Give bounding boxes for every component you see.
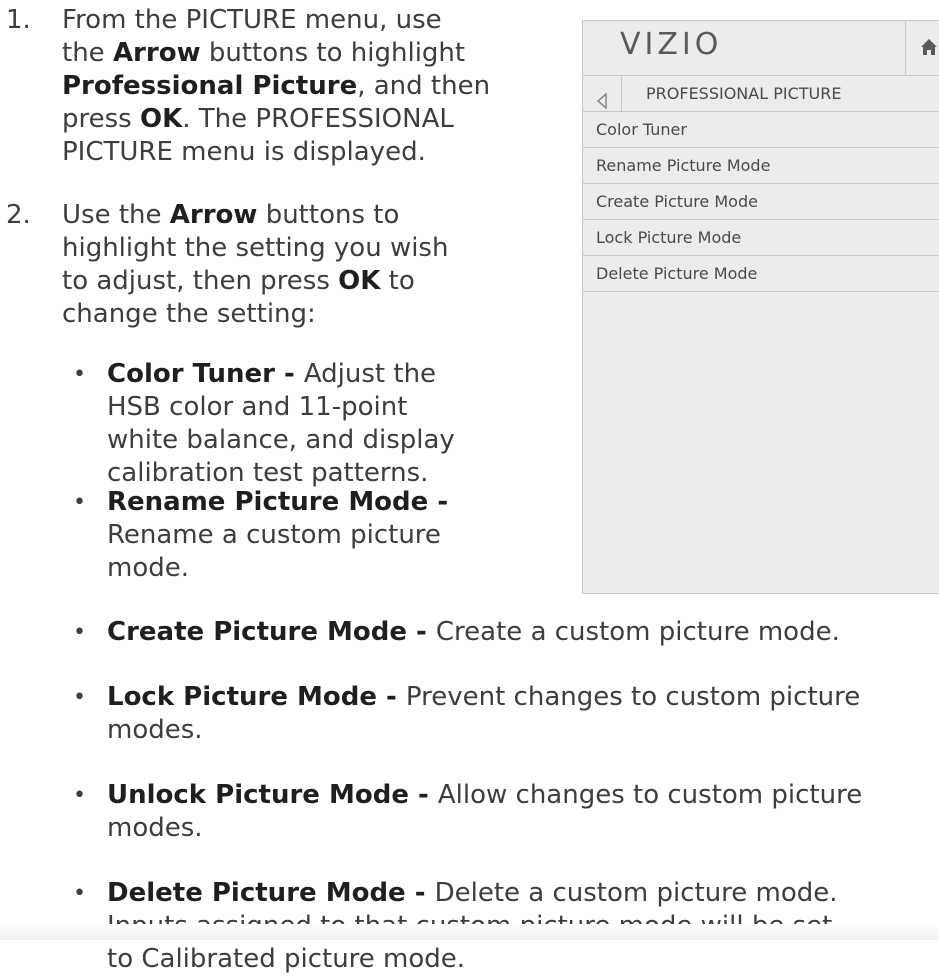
page-bottom-edge [0, 924, 939, 940]
text-line: Create Picture Mode - Create a custom pi… [107, 616, 840, 649]
bold-term: Professional Picture [62, 71, 358, 101]
bold-term: OK [338, 266, 381, 296]
divider [583, 291, 939, 292]
tv-menu-title: PROFESSIONAL PICTURE [646, 84, 842, 103]
bullet-dot: • [73, 490, 86, 515]
text-line: Rename a custom picture [107, 519, 448, 552]
text-line: Delete Picture Mode - Delete a custom pi… [107, 877, 838, 910]
text-line: to Calibrated picture mode. [107, 943, 838, 976]
bullet-text: Create Picture Mode - Create a custom pi… [107, 616, 840, 649]
step-text: From the PICTURE menu, use the Arrow butt… [62, 4, 490, 169]
text-line: Use the Arrow buttons to [62, 199, 448, 232]
text-line: Unlock Picture Mode - Allow changes to c… [107, 779, 862, 812]
text-run: modes. [107, 715, 203, 745]
text-line: the Arrow buttons to highlight [62, 37, 490, 70]
text-run: to adjust, then press [62, 266, 339, 296]
tv-menu-header: VIZIO [583, 21, 939, 75]
bullet-text: Color Tuner - Adjust the HSB color and 11… [107, 358, 455, 490]
text-run: From the PICTURE menu, use [62, 5, 442, 35]
text-run: Create a custom picture mode. [435, 617, 840, 647]
text-run: change the setting: [62, 299, 316, 329]
tv-menu-title-row: PROFESSIONAL PICTURE [583, 75, 939, 112]
menu-item-lock-picture-mode[interactable]: Lock Picture Mode [583, 219, 939, 255]
text-run: to [380, 266, 415, 296]
menu-item-delete-picture-mode[interactable]: Delete Picture Mode [583, 255, 939, 291]
text-line: white balance, and display [107, 424, 455, 457]
text-line: press OK. The PROFESSIONAL [62, 103, 490, 136]
text-line: Color Tuner - Adjust the [107, 358, 455, 391]
menu-item-label: Color Tuner [596, 120, 687, 139]
menu-item-create-picture-mode[interactable]: Create Picture Mode [583, 183, 939, 219]
text-line: modes. [107, 714, 860, 747]
divider [905, 21, 906, 75]
bullet-text: Unlock Picture Mode - Allow changes to c… [107, 779, 862, 845]
step-number: 1. [6, 5, 31, 35]
text-run: . The PROFESSIONAL [182, 104, 454, 134]
text-run: Delete a custom picture mode. [434, 878, 838, 908]
bullet-dot: • [73, 362, 86, 387]
tv-menu-panel: VIZIO PROFESSIONAL PICTURE Color Tuner R… [582, 20, 939, 594]
bold-term: Color Tuner - [107, 359, 304, 389]
text-line: Professional Picture, and then [62, 70, 490, 103]
text-run: HSB color and 11-point [107, 392, 408, 422]
step-number: 2. [6, 200, 31, 230]
text-line: to adjust, then press OK to [62, 265, 448, 298]
bold-term: Delete Picture Mode - [107, 878, 435, 908]
vizio-logo: VIZIO [620, 27, 723, 62]
menu-item-label: Delete Picture Mode [596, 264, 758, 283]
menu-item-label: Rename Picture Mode [596, 156, 771, 175]
text-run: Rename a custom picture [107, 520, 441, 550]
text-run: highlight the setting you wish [62, 233, 449, 263]
menu-item-rename-picture-mode[interactable]: Rename Picture Mode [583, 147, 939, 183]
bold-term: Lock Picture Mode - [107, 682, 406, 712]
bullet-dot: • [73, 685, 86, 710]
text-run: Use the [62, 200, 170, 230]
text-line: Lock Picture Mode - Prevent changes to c… [107, 681, 860, 714]
text-run: mode. [107, 553, 189, 583]
divider [621, 76, 622, 112]
text-line: mode. [107, 552, 448, 585]
bullet-dot: • [73, 783, 86, 808]
text-run: Adjust the [303, 359, 437, 389]
bold-term: Create Picture Mode - [107, 617, 436, 647]
bullet-dot: • [73, 881, 86, 906]
bold-term: Rename Picture Mode - [107, 487, 449, 517]
text-run: the [62, 38, 113, 68]
text-run: modes. [107, 813, 203, 843]
menu-item-label: Lock Picture Mode [596, 228, 742, 247]
bold-term: Unlock Picture Mode - [107, 780, 438, 810]
text-run: white balance, and display [107, 425, 455, 455]
bold-term: Arrow [112, 38, 201, 68]
text-run: buttons to [257, 200, 400, 230]
step-text: Use the Arrow buttons to highlight the se… [62, 199, 448, 331]
text-line: change the setting: [62, 298, 448, 331]
text-line: HSB color and 11-point [107, 391, 455, 424]
text-line: From the PICTURE menu, use [62, 4, 490, 37]
menu-item-label: Create Picture Mode [596, 192, 758, 211]
bullet-text: Lock Picture Mode - Prevent changes to c… [107, 681, 860, 747]
text-run: press [62, 104, 140, 134]
text-line: PICTURE menu is displayed. [62, 136, 490, 169]
text-run: Allow changes to custom picture [437, 780, 863, 810]
bullet-dot: • [73, 620, 86, 645]
bullet-text: Rename Picture Mode - Rename a custom pic… [107, 486, 448, 585]
bold-term: Arrow [169, 200, 258, 230]
text-run: Prevent changes to custom picture [405, 682, 861, 712]
home-icon[interactable] [920, 38, 938, 60]
text-run: buttons to highlight [200, 38, 466, 68]
text-line: highlight the setting you wish [62, 232, 448, 265]
text-line: modes. [107, 812, 862, 845]
text-run: to Calibrated picture mode. [107, 944, 466, 974]
menu-item-color-tuner[interactable]: Color Tuner [583, 111, 939, 147]
bold-term: OK [139, 104, 183, 134]
text-run: , and then [357, 71, 491, 101]
text-run: PICTURE menu is displayed. [62, 137, 426, 167]
text-line: Rename Picture Mode - [107, 486, 448, 519]
text-run: calibration test patterns. [107, 458, 429, 488]
